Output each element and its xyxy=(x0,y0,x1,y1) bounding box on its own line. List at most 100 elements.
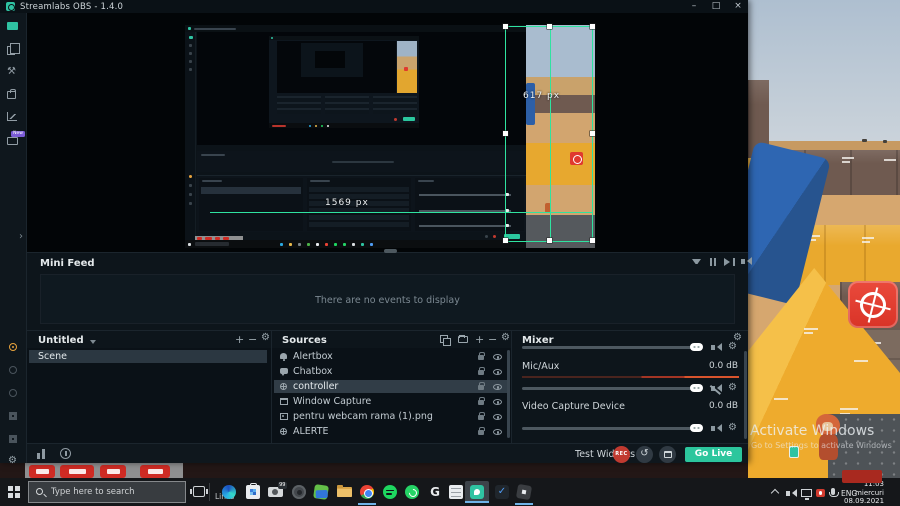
source-row[interactable]: pentru webcam rama (1).png xyxy=(274,410,507,423)
mixer-scrollbar[interactable] xyxy=(744,351,747,439)
source-row-selected[interactable]: controller xyxy=(274,380,507,393)
themes-icon[interactable] xyxy=(7,43,20,55)
taskbar-search-input[interactable] xyxy=(51,484,179,500)
highlighter-icon[interactable]: New xyxy=(7,131,25,145)
sidebar-expand-chevron[interactable]: › xyxy=(19,231,23,242)
source-row[interactable]: Chatbox xyxy=(274,365,507,378)
taskbar-search-box[interactable] xyxy=(28,481,186,503)
scene-list-item[interactable]: Scene xyxy=(29,350,267,363)
selection-handle[interactable] xyxy=(547,24,552,29)
file-explorer-icon[interactable] xyxy=(337,484,352,497)
volume-track[interactable] xyxy=(522,387,698,390)
source-row[interactable]: Window Capture xyxy=(274,395,507,408)
sidebar-circle-icon-1[interactable] xyxy=(9,366,17,374)
edge-icon[interactable] xyxy=(222,485,236,499)
streamlabs-obs-taskbar-icon[interactable] xyxy=(470,485,484,499)
selection-handle[interactable] xyxy=(503,131,508,136)
spotify-icon[interactable] xyxy=(383,485,397,499)
tools-icon[interactable]: ⚒ xyxy=(7,67,20,78)
skip-icon[interactable] xyxy=(724,258,735,266)
tray-expand-chevron[interactable] xyxy=(770,488,780,498)
taskbar-clock[interactable]: 11:03 miercuri 08.09.2021 xyxy=(844,480,884,506)
speaker-icon[interactable] xyxy=(711,424,722,432)
tray-microphone-icon[interactable] xyxy=(829,488,839,497)
selection-handle[interactable] xyxy=(590,131,595,136)
source-row[interactable]: Alertbox xyxy=(274,350,507,363)
check-app-icon[interactable] xyxy=(495,485,509,499)
pause-icon[interactable] xyxy=(710,258,716,266)
selection-handle[interactable] xyxy=(503,238,508,243)
volume-handle[interactable] xyxy=(690,343,703,351)
notes-app-icon[interactable] xyxy=(449,485,463,499)
eye-icon[interactable] xyxy=(493,384,502,390)
go-live-button[interactable]: Go Live xyxy=(685,447,742,462)
roblox-icon[interactable] xyxy=(515,483,533,501)
eye-icon[interactable] xyxy=(493,354,502,360)
source-selection-box[interactable] xyxy=(503,24,595,243)
speaker-icon[interactable] xyxy=(741,257,752,265)
tray-network-icon[interactable] xyxy=(801,489,812,500)
maximize-button[interactable]: □ xyxy=(708,1,724,12)
lock-icon[interactable] xyxy=(478,397,485,405)
add-source-icon[interactable] xyxy=(475,333,484,347)
add-scene-icon[interactable] xyxy=(235,333,244,347)
remove-source-icon[interactable] xyxy=(488,333,497,347)
add-group-icon[interactable] xyxy=(458,334,468,343)
scene-settings-icon[interactable] xyxy=(261,333,270,343)
lock-icon[interactable] xyxy=(478,382,485,390)
selection-handle[interactable] xyxy=(503,24,508,29)
bluestacks-icon[interactable] xyxy=(313,484,329,500)
filter-icon[interactable] xyxy=(692,259,701,264)
volume-handle[interactable] xyxy=(690,384,703,392)
speaker-muted-icon[interactable] xyxy=(711,384,722,392)
sidebar-grid-icon-2[interactable] xyxy=(9,435,17,443)
eye-icon[interactable] xyxy=(493,414,502,420)
store-icon[interactable] xyxy=(7,89,16,99)
sidebar-night-mode-icon[interactable] xyxy=(9,343,17,351)
volume-track[interactable] xyxy=(522,427,698,430)
volume-handle[interactable] xyxy=(690,424,703,432)
start-button[interactable] xyxy=(8,486,20,498)
sidebar-grid-icon-1[interactable] xyxy=(9,412,17,420)
channel-settings-icon[interactable] xyxy=(728,342,737,352)
close-button[interactable]: × xyxy=(730,1,746,12)
lock-icon[interactable] xyxy=(478,367,485,375)
settings-gear-icon[interactable] xyxy=(8,456,17,466)
chrome-icon[interactable] xyxy=(360,485,374,499)
selection-handle[interactable] xyxy=(547,238,552,243)
eye-icon[interactable] xyxy=(493,429,502,435)
lock-icon[interactable] xyxy=(478,427,485,435)
sources-scrollbar[interactable] xyxy=(507,350,510,438)
eye-icon[interactable] xyxy=(493,399,502,405)
channel-settings-icon[interactable] xyxy=(728,423,737,433)
preview-canvas[interactable]: 1569 px 617 px xyxy=(27,13,748,253)
editor-icon[interactable] xyxy=(7,22,18,30)
speaker-icon[interactable] xyxy=(711,343,722,351)
replay-buffer-button[interactable] xyxy=(636,446,653,463)
channel-settings-icon[interactable] xyxy=(728,383,737,393)
dashboard-icon[interactable] xyxy=(7,112,17,121)
minimize-button[interactable]: – xyxy=(686,1,702,12)
game-crosshair-button[interactable] xyxy=(848,281,898,328)
task-view-icon[interactable] xyxy=(190,486,208,497)
remove-scene-icon[interactable] xyxy=(248,333,257,347)
lock-icon[interactable] xyxy=(478,352,485,360)
stats-icon[interactable] xyxy=(37,449,49,459)
record-button[interactable]: REC xyxy=(613,446,630,463)
shutter-app-icon[interactable] xyxy=(292,485,306,499)
schedule-button[interactable] xyxy=(659,446,676,463)
info-icon[interactable] xyxy=(60,448,71,459)
scene-collection-selector[interactable]: Untitled xyxy=(38,335,84,346)
volume-track[interactable] xyxy=(522,346,698,349)
g-app-icon[interactable]: G xyxy=(428,485,442,499)
source-row[interactable]: ALERTE xyxy=(274,425,507,438)
source-settings-icon[interactable] xyxy=(501,333,510,343)
selection-handle[interactable] xyxy=(590,24,595,29)
lock-icon[interactable] xyxy=(478,412,485,420)
microsoft-store-icon[interactable] xyxy=(246,482,260,499)
sidebar-circle-icon-2[interactable] xyxy=(9,389,17,397)
selection-handle[interactable] xyxy=(590,238,595,243)
whatsapp-icon[interactable] xyxy=(405,485,419,499)
copy-source-icon[interactable] xyxy=(440,335,451,346)
eye-icon[interactable] xyxy=(493,369,502,375)
